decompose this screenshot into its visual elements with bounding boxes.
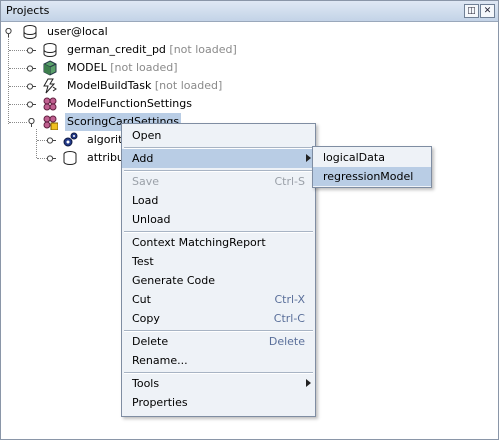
scoring-card-icon — [43, 115, 58, 130]
submenu-arrow-icon — [306, 154, 311, 162]
menu-item-test[interactable]: Test — [122, 252, 315, 271]
close-window-icon[interactable]: ✕ — [480, 4, 495, 18]
tree-item-label: ModelFunctionSettings — [67, 97, 192, 110]
database-icon — [23, 25, 37, 40]
tree-collapsed-handle-icon[interactable] — [47, 136, 56, 145]
tree-expanded-handle-icon[interactable] — [4, 28, 13, 37]
menu-item-open[interactable]: Open — [122, 126, 315, 145]
tree-root-row[interactable]: user@local — [1, 23, 201, 41]
tree-collapsed-handle-icon[interactable] — [27, 100, 36, 109]
tree-item-algorithm[interactable]: algorit — [1, 131, 123, 149]
tree-connector — [37, 158, 47, 159]
function-settings-icon — [43, 97, 57, 111]
tree-item-status: [not loaded] — [110, 61, 178, 74]
panel-title: Projects — [6, 4, 50, 17]
tree-item-model[interactable]: MODEL [not loaded] — [1, 59, 261, 77]
tree-item-attributes[interactable]: attribu — [1, 149, 124, 167]
tree-item-label: algorit — [87, 133, 123, 146]
tree-item-status: [not loaded] — [169, 43, 237, 56]
tree-item-label: german_credit_pd — [67, 43, 166, 56]
menu-item-properties[interactable]: Properties — [122, 393, 315, 412]
context-menu: Open Add Save Ctrl-S Load Unload Context … — [121, 123, 316, 417]
menu-item-rename[interactable]: Rename... — [122, 351, 315, 370]
tree-item-label: ModelBuildTask — [67, 79, 152, 92]
menu-item-cut[interactable]: Cut Ctrl-X — [122, 290, 315, 309]
algorithm-gear-icon — [63, 132, 78, 147]
menu-item-generate-code[interactable]: Generate Code — [122, 271, 315, 290]
tree-connector — [9, 86, 27, 87]
tree-connector — [9, 50, 27, 51]
model-cube-icon — [43, 60, 57, 76]
tree-connector — [37, 140, 47, 141]
tree-item-label: MODEL — [67, 61, 107, 74]
tree-item-label: attribu — [87, 151, 124, 164]
menu-item-delete[interactable]: Delete Delete — [122, 332, 315, 351]
tree-connector — [9, 122, 27, 123]
submenu-arrow-icon — [306, 379, 311, 387]
menu-item-copy[interactable]: Copy Ctrl-C — [122, 309, 315, 328]
tree-root-label: user@local — [47, 25, 108, 38]
tree-collapsed-handle-icon[interactable] — [27, 46, 36, 55]
attribute-cylinder-icon — [63, 151, 77, 166]
menu-item-save[interactable]: Save Ctrl-S — [122, 172, 315, 191]
submenu-item-regression-model[interactable]: regressionModel — [313, 167, 431, 186]
menu-item-unload[interactable]: Unload — [122, 210, 315, 229]
menu-item-load[interactable]: Load — [122, 191, 315, 210]
submenu-item-logical-data[interactable]: logicalData — [313, 148, 431, 167]
build-task-icon — [43, 78, 57, 94]
tree-item-status: [not loaded] — [154, 79, 223, 92]
tree-item-german-credit-pd[interactable]: german_credit_pd [not loaded] — [1, 41, 261, 59]
panel-titlebar: Projects ◫ ✕ — [1, 1, 498, 22]
database-icon — [43, 43, 57, 58]
tree-item-model-build-task[interactable]: ModelBuildTask [not loaded] — [1, 77, 261, 95]
tree-item-model-function-settings[interactable]: ModelFunctionSettings — [1, 95, 261, 113]
menu-item-add[interactable]: Add — [122, 149, 315, 168]
tree-connector — [9, 68, 27, 69]
tree-collapsed-handle-icon[interactable] — [27, 64, 36, 73]
tree-collapsed-handle-icon[interactable] — [47, 154, 56, 163]
tree-connector — [9, 104, 27, 105]
menu-item-context-matching-report[interactable]: Context MatchingReport — [122, 233, 315, 252]
menu-item-tools[interactable]: Tools — [122, 374, 315, 393]
tree-expanded-handle-icon[interactable] — [27, 118, 36, 127]
add-submenu: logicalData regressionModel — [312, 146, 432, 188]
restore-window-icon[interactable]: ◫ — [464, 4, 479, 18]
tree-collapsed-handle-icon[interactable] — [27, 82, 36, 91]
